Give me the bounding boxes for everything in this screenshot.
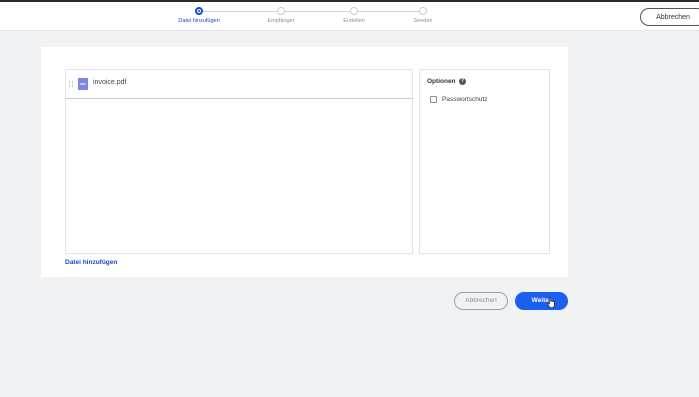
add-file-link[interactable]: Datei hinzufügen [65, 259, 117, 266]
step-1-label: Datei hinzufügen [178, 18, 220, 24]
step-connector [202, 11, 277, 12]
file-name: invoice.pdf [93, 79, 127, 86]
hand-cursor-icon [547, 297, 555, 308]
header-bar: Datei hinzufügen Empfänger Erstellen Sen… [0, 2, 699, 31]
document-card: PDF invoice.pdf Optionen ? Passwortschut… [41, 47, 568, 277]
step-connector [285, 11, 350, 12]
wizard-stepper: Datei hinzufügen Empfänger Erstellen Sen… [0, 2, 699, 30]
drag-handle-icon[interactable] [69, 81, 73, 87]
step-4-indicator [419, 7, 427, 15]
step-4-label: Senden [413, 18, 433, 24]
options-title: Optionen [427, 78, 456, 85]
file-list-panel: PDF invoice.pdf [65, 69, 413, 254]
header-cancel-button[interactable]: Abbrechen [640, 8, 699, 26]
pdf-file-icon: PDF [78, 78, 88, 90]
password-protection-checkbox[interactable] [430, 96, 437, 103]
step-1-indicator [195, 7, 203, 15]
password-protection-label[interactable]: Passwortschutz [442, 96, 488, 103]
step-2-label: Empfänger [267, 18, 295, 24]
step-connector [358, 11, 419, 12]
options-panel: Optionen ? Passwortschutz [419, 69, 550, 254]
step-3-label: Erstellen [343, 18, 365, 24]
file-row[interactable]: PDF invoice.pdf [66, 70, 412, 99]
step-2-indicator [277, 7, 285, 15]
next-button[interactable]: Weiter [515, 292, 568, 310]
step-3-indicator [350, 7, 358, 15]
cancel-button[interactable]: Abbrechen [454, 292, 508, 310]
help-icon[interactable]: ? [459, 78, 466, 85]
